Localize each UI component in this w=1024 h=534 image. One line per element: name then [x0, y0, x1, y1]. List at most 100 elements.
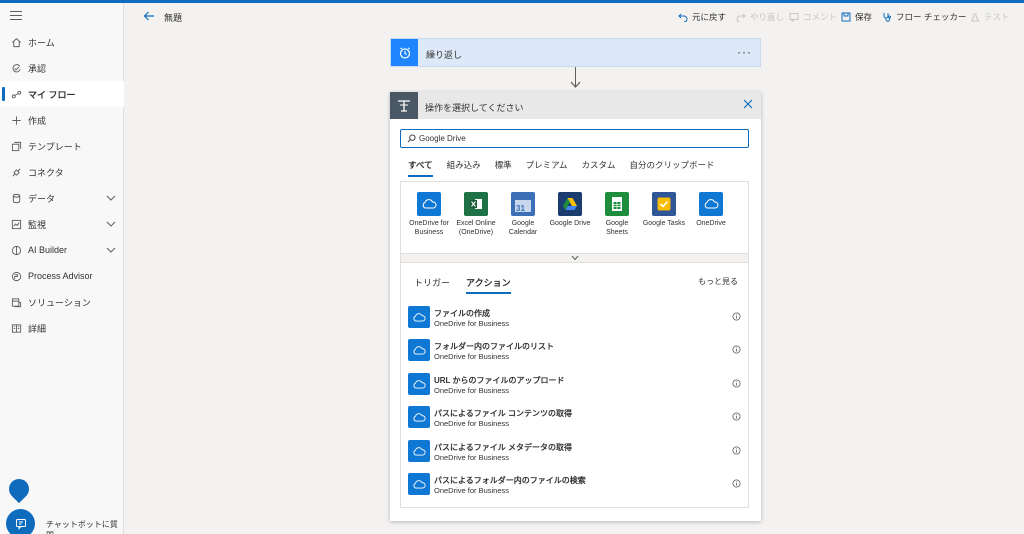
tab-triggers[interactable]: トリガー — [414, 276, 450, 294]
connector-google-drive[interactable]: Google Drive — [546, 192, 594, 229]
action-item[interactable]: パスによるファイル メタデータの取得 OneDrive for Business — [408, 440, 743, 464]
info-icon[interactable] — [732, 446, 741, 455]
action-connector: OneDrive for Business — [434, 386, 510, 395]
info-icon[interactable] — [732, 379, 741, 388]
close-icon[interactable] — [743, 99, 753, 109]
excel-icon — [464, 192, 488, 216]
sidebar-item-home[interactable]: ホーム — [0, 29, 124, 55]
redo-button[interactable]: やり直し — [736, 11, 784, 23]
action-item[interactable]: パスによるフォルダー内のファイルの検索 OneDrive for Busines… — [408, 473, 743, 497]
sidebar-item-my-flows[interactable]: マイ フロー — [0, 81, 124, 107]
tab-actions[interactable]: アクション — [466, 276, 511, 294]
action-item[interactable]: URL からのファイルのアップロード OneDrive for Business — [408, 373, 743, 397]
sidebar-item-label: 作成 — [28, 115, 47, 126]
connector-google-tasks[interactable]: Google Tasks — [640, 192, 688, 229]
sheets-icon — [605, 192, 629, 216]
more-options-icon[interactable]: ··· — [737, 45, 752, 59]
tab-standard[interactable]: 標準 — [495, 159, 512, 177]
connector-category-tabs: すべて 組み込み 標準 プレミアム カスタム 自分のクリップボード — [408, 159, 729, 177]
sidebar-item-monitor[interactable]: 監視 — [0, 211, 124, 237]
onedrive-icon — [408, 339, 430, 361]
save-icon — [841, 12, 851, 22]
tab-clipboard[interactable]: 自分のクリップボード — [630, 159, 715, 177]
chatbot-label[interactable]: チャットボットに質問 — [46, 519, 123, 534]
connector-onedrive[interactable]: OneDrive — [687, 192, 735, 229]
undo-button[interactable]: 元に戻す — [678, 11, 726, 23]
onedrive-icon — [408, 440, 430, 462]
sidebar-item-label: ソリューション — [28, 297, 91, 308]
chatbot-notification-pin — [4, 474, 34, 504]
chevron-down-icon[interactable] — [106, 219, 116, 229]
connector-excel-online[interactable]: Excel Online (OneDrive) — [452, 192, 500, 237]
recurrence-trigger-card[interactable]: 繰り返し ··· — [390, 38, 761, 67]
flow-icon — [10, 88, 22, 100]
tab-premium[interactable]: プレミアム — [526, 159, 568, 177]
action-name: URL からのファイルのアップロード — [434, 376, 565, 385]
see-more-link[interactable]: もっと見る — [698, 276, 738, 287]
flask-icon — [970, 13, 980, 22]
onedrive-icon — [699, 192, 723, 216]
onedrive-icon — [408, 306, 430, 328]
home-icon — [10, 36, 22, 48]
tab-all[interactable]: すべて — [408, 159, 433, 177]
info-icon[interactable] — [732, 412, 741, 421]
flow-checker-button[interactable]: フロー チェッカー — [882, 11, 966, 23]
action-item[interactable]: ファイルの作成 OneDrive for Business — [408, 306, 743, 330]
action-item[interactable]: フォルダー内のファイルのリスト OneDrive for Business — [408, 339, 743, 363]
connector-onedrive-business[interactable]: OneDrive for Business — [405, 192, 453, 237]
sidebar-item-create[interactable]: 作成 — [0, 107, 124, 133]
search-input[interactable] — [419, 132, 739, 145]
sidebar-item-data[interactable]: データ — [0, 185, 124, 211]
comment-button[interactable]: コメント — [789, 11, 837, 23]
onedrive-icon — [408, 473, 430, 495]
sidebar-item-label: ホーム — [28, 37, 55, 48]
redo-icon — [736, 13, 746, 22]
test-button[interactable]: テスト — [970, 11, 1010, 23]
sidebar-item-connectors[interactable]: コネクタ — [0, 159, 124, 185]
monitor-icon — [10, 218, 22, 230]
onedrive-icon — [417, 192, 441, 216]
sidebar-item-approvals[interactable]: 承認 — [0, 55, 124, 81]
panel-header: 操作を選択してください — [390, 92, 761, 119]
sidebar-item-label: テンプレート — [28, 141, 82, 152]
alarm-clock-icon — [391, 39, 418, 66]
tab-custom[interactable]: カスタム — [582, 159, 616, 177]
sidebar-item-process-advisor[interactable]: Process Advisor — [0, 263, 124, 289]
approvals-icon — [10, 62, 22, 74]
sidebar-item-solutions[interactable]: ソリューション — [0, 289, 124, 315]
trigger-title: 繰り返し — [426, 50, 463, 60]
sidebar-item-ai-builder[interactable]: AI Builder — [0, 237, 124, 263]
sidebar-item-learn[interactable]: 詳細 — [0, 315, 124, 341]
info-icon[interactable] — [732, 312, 741, 321]
back-arrow-icon[interactable] — [142, 9, 156, 23]
templates-icon — [10, 140, 22, 152]
expand-connectors-toggle[interactable] — [400, 253, 749, 263]
connector-google-calendar[interactable]: Google Calendar — [499, 192, 547, 237]
sidebar: ホーム 承認 マイ フロー 作成 テンプレート コネクタ データ 監視 AI B… — [0, 3, 124, 534]
action-connector: OneDrive for Business — [434, 352, 510, 361]
action-name: パスによるファイル メタデータの取得 — [434, 443, 572, 452]
info-icon[interactable] — [732, 345, 741, 354]
sidebar-item-label: コネクタ — [28, 167, 64, 178]
connector-grid: OneDrive for Business Excel Online (OneD… — [400, 181, 749, 263]
action-item[interactable]: パスによるファイル コンテンツの取得 OneDrive for Business — [408, 406, 743, 430]
info-icon[interactable] — [732, 479, 741, 488]
flow-title[interactable]: 無題 — [164, 11, 182, 24]
chevron-down-icon[interactable] — [106, 193, 116, 203]
sidebar-item-templates[interactable]: テンプレート — [0, 133, 124, 159]
connector-google-sheets[interactable]: Google Sheets — [593, 192, 641, 237]
trigger-action-tabs: トリガー アクション — [414, 276, 527, 294]
save-button[interactable]: 保存 — [841, 11, 872, 23]
action-connector: OneDrive for Business — [434, 486, 510, 495]
choose-operation-panel: 操作を選択してください すべて 組み込み 標準 プレミアム カスタム 自分のクリ… — [390, 92, 761, 521]
plus-icon — [10, 114, 22, 126]
arrow-down-icon — [570, 81, 581, 88]
sidebar-item-label: マイ フロー — [28, 89, 76, 100]
database-icon — [10, 192, 22, 204]
hamburger-menu-icon[interactable] — [10, 11, 22, 21]
search-box[interactable] — [400, 129, 749, 148]
command-bar: 無題 元に戻す やり直し コメント 保存 フロー チェッカー テスト — [124, 3, 1024, 29]
chevron-down-icon[interactable] — [106, 245, 116, 255]
tab-built-in[interactable]: 組み込み — [447, 159, 481, 177]
chatbot-button[interactable] — [6, 509, 35, 534]
